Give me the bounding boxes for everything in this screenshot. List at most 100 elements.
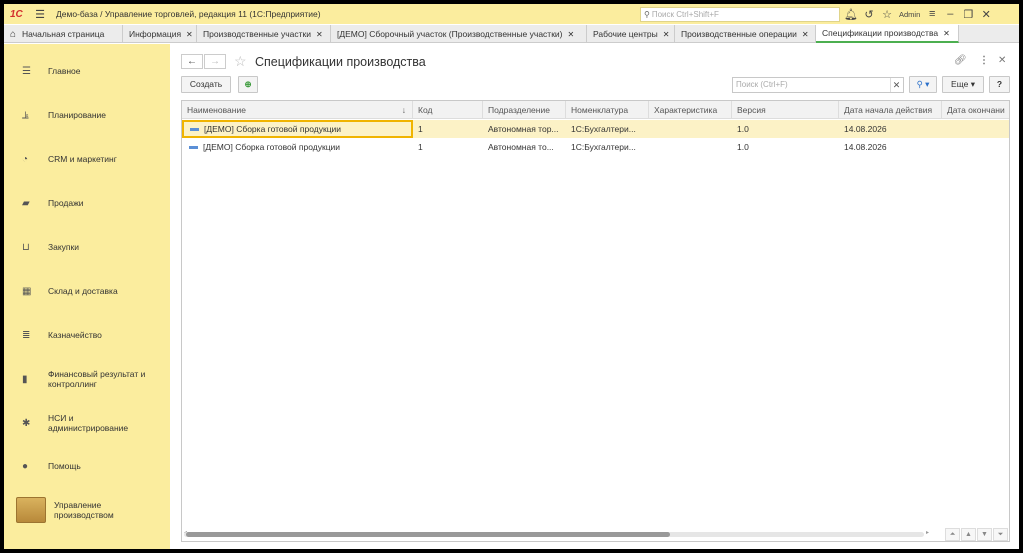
scroll-last-icon[interactable]: ⏷: [993, 528, 1008, 541]
tab-production-sites[interactable]: Производственные участки ✕: [197, 25, 331, 43]
cell-code[interactable]: 1: [413, 120, 483, 138]
cell-department[interactable]: Автономная тор...: [483, 120, 566, 138]
form-area: ← → ☆ Спецификации производства 🔗︎ ⋮ ✕ С…: [174, 44, 1019, 549]
clear-search-icon[interactable]: ✕: [890, 78, 902, 92]
cell-characteristic[interactable]: [649, 120, 732, 138]
app-logo: 1С: [10, 8, 23, 20]
window-title: Демо-база / Управление торговлей, редакц…: [56, 9, 321, 19]
add-copy-icon[interactable]: ⊕: [238, 76, 258, 93]
sidebar-item-purchases[interactable]: ⊔ Закупки: [4, 240, 170, 254]
history-icon[interactable]: ↺: [860, 8, 878, 21]
title-toolbar: 🔔︎ ↺ ☆ Admin ≡ – ❐ ✕: [842, 4, 995, 24]
search-button[interactable]: ⚲ ▾: [909, 76, 937, 93]
back-button[interactable]: ←: [181, 54, 203, 69]
sidebar-item-production[interactable]: Управление производством: [4, 496, 170, 524]
table-header: Наименование ↓ Код Подразделение Номенкла…: [182, 101, 1009, 119]
tab-information[interactable]: Информация ✕: [123, 25, 197, 43]
cell-code[interactable]: 1: [413, 138, 483, 156]
tab-assembly-site[interactable]: [ДЕМО] Сборочный участок (Производственн…: [331, 25, 587, 43]
planning-icon: ⫡: [22, 109, 29, 121]
scroll-down-icon[interactable]: ▼: [977, 528, 992, 541]
cell-name[interactable]: [ДЕМО] Сборка готовой продукции: [182, 120, 413, 138]
sidebar-item-warehouse[interactable]: ▦ Склад и доставка: [4, 284, 170, 298]
bar-chart-icon: ▮: [22, 373, 28, 385]
user-name[interactable]: Admin: [896, 10, 923, 19]
cell-start-date[interactable]: 14.08.2026: [839, 120, 942, 138]
column-header-characteristic[interactable]: Характеристика: [649, 101, 732, 119]
cell-department[interactable]: Автономная то...: [483, 138, 566, 156]
column-header-department[interactable]: Подразделение: [483, 101, 566, 119]
sidebar: ☰ Главное ⫡ Планирование ◔ CRM и маркети…: [4, 44, 170, 549]
settings-menu-icon[interactable]: ≡: [923, 8, 941, 20]
column-header-name[interactable]: Наименование ↓: [182, 101, 413, 119]
search-input[interactable]: Поиск (Ctrl+F): [732, 77, 904, 93]
cell-nomenclature[interactable]: 1С:Бухгалтери...: [566, 138, 649, 156]
main-menu-icon[interactable]: ☰: [32, 8, 48, 21]
cell-start-date[interactable]: 14.08.2026: [839, 138, 942, 156]
cell-characteristic[interactable]: [649, 138, 732, 156]
create-button[interactable]: Создать: [181, 76, 231, 93]
tab-production-operations[interactable]: Производственные операции ✕: [675, 25, 816, 43]
bag-icon: ▰: [22, 197, 30, 209]
scroll-first-icon[interactable]: ⏶: [945, 528, 960, 541]
pie-chart-icon: ◔: [22, 153, 29, 165]
cell-version[interactable]: 1.0: [732, 138, 839, 156]
cell-name[interactable]: [ДЕМО] Сборка готовой продукции: [182, 138, 413, 156]
tab-bar: ⌂ Начальная страница Информация ✕ Произво…: [4, 25, 1019, 43]
favorite-star-icon[interactable]: ☆: [234, 53, 247, 70]
sidebar-item-help[interactable]: ● Помощь: [4, 459, 170, 473]
gear-icon: ✱: [22, 417, 31, 429]
close-tab-icon[interactable]: ✕: [186, 30, 193, 39]
close-tab-icon[interactable]: ✕: [316, 30, 323, 39]
close-tab-icon[interactable]: ✕: [943, 29, 950, 38]
scroll-up-icon[interactable]: ▲: [961, 528, 976, 541]
scroll-right-icon[interactable]: ▸: [926, 529, 929, 536]
horizontal-scrollbar[interactable]: [184, 532, 924, 537]
title-bar: 1С ☰ Демо-база / Управление торговлей, р…: [4, 4, 1019, 24]
help-icon: ●: [22, 460, 29, 472]
catalog-item-icon: [189, 146, 198, 150]
more-vertical-icon[interactable]: ⋮: [979, 55, 989, 66]
more-button[interactable]: Еще ▾: [942, 76, 984, 93]
warehouse-icon: ▦: [22, 285, 32, 297]
close-form-icon[interactable]: ✕: [998, 55, 1006, 66]
close-tab-icon[interactable]: ✕: [663, 30, 670, 39]
search-icon: ⚲: [644, 10, 650, 19]
tab-home[interactable]: ⌂ Начальная страница: [4, 25, 123, 43]
help-button[interactable]: ?: [989, 76, 1010, 93]
tab-work-centers[interactable]: Рабочие центры ✕: [587, 25, 675, 43]
favorites-star-icon[interactable]: ☆: [878, 8, 896, 21]
column-header-version[interactable]: Версия: [732, 101, 839, 119]
bell-icon[interactable]: 🔔︎: [842, 8, 860, 21]
tab-production-specifications[interactable]: Спецификации производства ✕: [816, 25, 959, 43]
sidebar-item-crm[interactable]: ◔ CRM и маркетинг: [4, 152, 170, 166]
sidebar-item-planning[interactable]: ⫡ Планирование: [4, 108, 170, 122]
table-row[interactable]: [ДЕМО] Сборка готовой продукции 1 Автоно…: [182, 138, 1009, 156]
sidebar-item-sales[interactable]: ▰ Продажи: [4, 196, 170, 210]
forward-button[interactable]: →: [204, 54, 226, 69]
sidebar-item-admin[interactable]: ✱ НСИ и администрирование: [4, 412, 170, 434]
cell-end-date[interactable]: [942, 120, 1009, 138]
close-tab-icon[interactable]: ✕: [568, 30, 575, 39]
sidebar-item-finance[interactable]: ▮ Финансовый результат и контроллинг: [4, 368, 170, 390]
column-header-start-date[interactable]: Дата начала действия: [839, 101, 942, 119]
column-header-end-date[interactable]: Дата окончани: [942, 101, 1009, 119]
minimize-icon[interactable]: –: [941, 8, 959, 20]
column-header-code[interactable]: Код: [413, 101, 483, 119]
link-icon[interactable]: 🔗︎: [954, 55, 967, 66]
cell-version[interactable]: 1.0: [732, 120, 839, 138]
menu-icon: ☰: [22, 65, 31, 77]
cell-end-date[interactable]: [942, 138, 1009, 156]
restore-icon[interactable]: ❐: [959, 8, 977, 21]
cell-nomenclature[interactable]: 1С:Бухгалтери...: [566, 120, 649, 138]
scrollbar-thumb[interactable]: [186, 532, 670, 537]
sidebar-item-main[interactable]: ☰ Главное: [4, 64, 170, 78]
close-tab-icon[interactable]: ✕: [802, 30, 809, 39]
column-header-nomenclature[interactable]: Номенклатура: [566, 101, 649, 119]
global-search-input[interactable]: ⚲ Поиск Ctrl+Shift+F: [640, 7, 840, 22]
close-window-icon[interactable]: ✕: [977, 8, 995, 21]
catalog-item-icon: [190, 128, 199, 132]
sidebar-item-treasury[interactable]: ≣ Казначейство: [4, 328, 170, 342]
table-row[interactable]: [ДЕМО] Сборка готовой продукции 1 Автоно…: [182, 120, 1009, 138]
sort-down-icon: ↓: [401, 105, 406, 115]
